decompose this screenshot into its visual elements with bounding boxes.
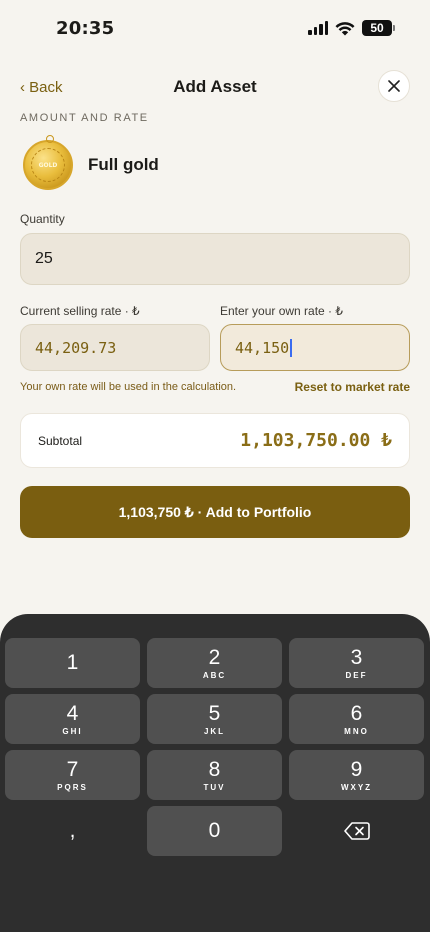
nav-bar: ‹ Back Add Asset xyxy=(0,70,430,106)
key-0[interactable]: 0 xyxy=(147,806,282,856)
quantity-value: 25 xyxy=(35,250,53,267)
current-rate-field: 44,209.73 xyxy=(20,324,210,371)
wifi-icon xyxy=(335,21,355,35)
key-digit: 8 xyxy=(208,757,221,781)
key-6[interactable]: 6 MNO xyxy=(289,694,424,744)
status-time: 20:35 xyxy=(56,18,115,39)
battery-level: 50 xyxy=(370,21,384,35)
page-title: Add Asset xyxy=(173,77,257,96)
key-letters: WXYZ xyxy=(340,782,373,792)
section-label: AMOUNT AND RATE xyxy=(20,112,149,124)
key-3[interactable]: 3 DEF xyxy=(289,638,424,688)
battery-icon: 50 xyxy=(362,20,395,36)
key-5[interactable]: 5 JKL xyxy=(147,694,282,744)
subtotal-label: Subtotal xyxy=(38,434,83,448)
key-digit: 3 xyxy=(350,645,363,669)
key-digit: 6 xyxy=(350,701,363,725)
own-rate-value: 44,150 xyxy=(235,338,290,357)
key-digit: 2 xyxy=(208,645,221,669)
close-icon xyxy=(388,80,400,92)
key-digit: 0 xyxy=(208,819,221,842)
key-letters: ABC xyxy=(202,670,227,680)
add-to-portfolio-button[interactable]: 1,103,750 ₺ · Add to Portfolio xyxy=(20,486,410,538)
subtotal-card: Subtotal 1,103,750.00 ₺ xyxy=(20,413,410,468)
key-digit: 4 xyxy=(66,701,79,725)
key-letters: MNO xyxy=(344,726,369,736)
key-digit: , xyxy=(69,819,76,842)
key-letters: PQRS xyxy=(57,782,88,792)
subtotal-value: 1,103,750.00 ₺ xyxy=(240,430,392,451)
cellular-signal-icon xyxy=(308,21,328,35)
key-comma[interactable]: , xyxy=(5,806,140,856)
key-4[interactable]: 4 GHI xyxy=(5,694,140,744)
key-8[interactable]: 8 TUV xyxy=(147,750,282,800)
key-digit: 5 xyxy=(208,701,221,725)
key-letters: TUV xyxy=(203,782,226,792)
own-rate-input[interactable]: 44,150 xyxy=(220,324,410,371)
key-2[interactable]: 2 ABC xyxy=(147,638,282,688)
quantity-label: Quantity xyxy=(20,212,65,226)
key-digit: 1 xyxy=(66,651,79,674)
asset-row: GOLD Full gold xyxy=(20,135,159,193)
quantity-input[interactable]: 25 xyxy=(20,233,410,285)
text-cursor xyxy=(290,338,293,357)
close-button[interactable] xyxy=(378,70,410,102)
current-rate-value: 44,209.73 xyxy=(35,338,117,357)
numeric-keyboard: 1 2 ABC 3 DEF 4 GHI 5 JKL 6 MNO 7 PQRS 8… xyxy=(0,614,430,932)
asset-name: Full gold xyxy=(88,155,159,174)
status-bar: 20:35 50 xyxy=(0,0,430,58)
key-letters: GHI xyxy=(62,726,83,736)
key-9[interactable]: 9 WXYZ xyxy=(289,750,424,800)
own-rate-label: Enter your own rate · ₺ xyxy=(220,304,344,318)
key-1[interactable]: 1 xyxy=(5,638,140,688)
key-letters: DEF xyxy=(345,670,368,680)
key-letters: JKL xyxy=(203,726,226,736)
coin-inscription: GOLD xyxy=(31,148,65,182)
key-7[interactable]: 7 PQRS xyxy=(5,750,140,800)
key-digit: 9 xyxy=(350,757,363,781)
own-rate-hint: Your own rate will be used in the calcul… xyxy=(20,381,237,393)
current-rate-label: Current selling rate · ₺ xyxy=(20,304,140,318)
status-icons: 50 xyxy=(308,20,395,36)
backspace-icon xyxy=(343,822,370,840)
key-digit: 7 xyxy=(66,757,79,781)
reset-market-rate-link[interactable]: Reset to market rate xyxy=(295,380,410,394)
gold-coin-icon: GOLD xyxy=(23,135,73,190)
key-delete[interactable] xyxy=(289,806,424,856)
